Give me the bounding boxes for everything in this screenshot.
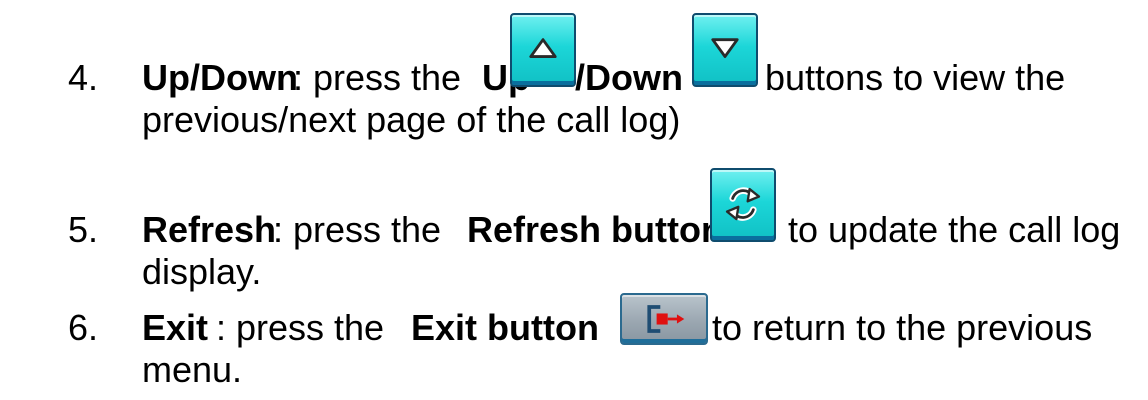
- exit-button[interactable]: [620, 293, 708, 345]
- item-4-line2: previous/next page of the call log): [142, 99, 681, 140]
- item-6-line2: menu.: [142, 349, 243, 390]
- item-6-text-a: : press the: [216, 307, 385, 348]
- item-5-number: 5.: [68, 209, 99, 250]
- down-button[interactable]: [692, 13, 758, 87]
- down-arrow-icon: [711, 38, 739, 58]
- item-4-text-b: buttons to view the: [765, 57, 1066, 98]
- item-4-title: Up/Down: [142, 57, 298, 98]
- item-6-title: Exit: [142, 307, 209, 348]
- item-5-button-label: Refresh button: [467, 209, 723, 250]
- item-4-down-label: /Down: [575, 57, 683, 98]
- item-6-button-label: Exit button: [411, 307, 599, 348]
- item-6-number: 6.: [68, 307, 99, 348]
- item-5-title: Refresh: [142, 209, 277, 250]
- item-5-text-a: : press the: [273, 209, 442, 250]
- up-button[interactable]: [510, 13, 576, 87]
- item-6-text-b: to return to the previous: [712, 307, 1093, 348]
- item-5-text-b: to update the call log: [788, 209, 1121, 250]
- item-5-line2: display.: [142, 251, 262, 292]
- refresh-icon: [725, 187, 761, 221]
- item-4-number: 4.: [68, 57, 99, 98]
- item-4-text-a: : press the: [293, 57, 462, 98]
- exit-icon: [647, 305, 685, 333]
- refresh-button[interactable]: [710, 168, 776, 242]
- up-arrow-icon: [529, 38, 557, 58]
